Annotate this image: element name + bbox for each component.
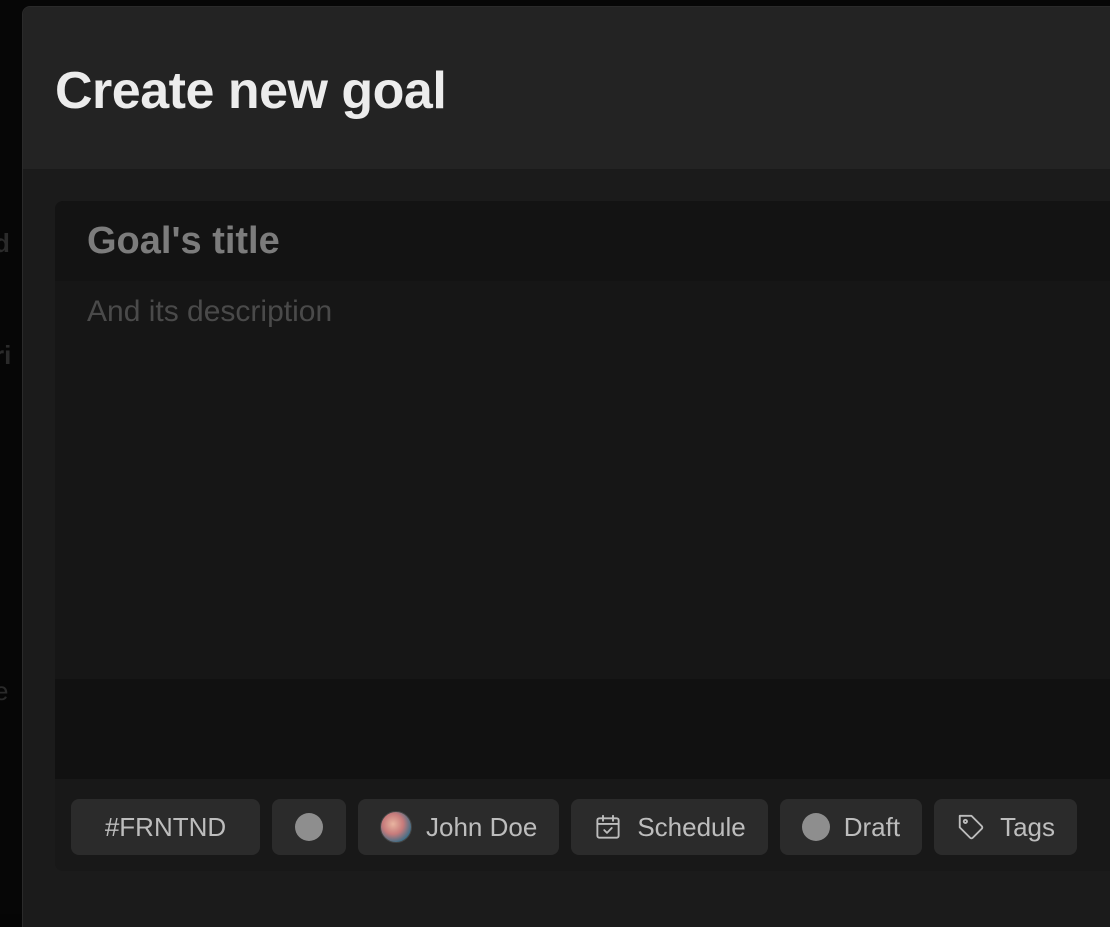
schedule-button[interactable]: Schedule [571, 799, 768, 855]
avatar [380, 811, 412, 843]
status-label: Draft [843, 811, 901, 842]
goal-description-input[interactable] [55, 281, 1110, 679]
background-text-fragment: ri [0, 340, 12, 370]
modal-header: Create new goal [23, 7, 1110, 170]
tags-button[interactable]: Tags [934, 799, 1077, 855]
tags-label: Tags [1000, 811, 1055, 842]
modal-title: Create new goal [55, 62, 447, 120]
editor-footer [55, 679, 1110, 779]
status-button[interactable]: Draft [779, 799, 923, 855]
goal-form: #FRNTND John Doe [55, 201, 1110, 871]
priority-circle-icon [295, 813, 323, 841]
background-text-fragment: d [0, 228, 10, 258]
background-text-fragment: e [0, 676, 9, 706]
tag-icon [956, 812, 986, 842]
assignee-button[interactable]: John Doe [358, 799, 560, 855]
goal-title-input[interactable] [55, 201, 1110, 281]
project-label: #FRNTND [104, 811, 227, 842]
goal-toolbar: #FRNTND John Doe Schedule Draft Tags [71, 799, 1077, 855]
assignee-label: John Doe [426, 811, 538, 842]
calendar-check-icon [593, 812, 623, 842]
priority-button[interactable] [272, 799, 346, 855]
create-goal-modal: Create new goal #FRNTND John Doe [22, 6, 1110, 927]
schedule-label: Schedule [637, 811, 746, 842]
project-button[interactable]: #FRNTND [71, 799, 260, 855]
status-circle-icon [801, 813, 830, 841]
